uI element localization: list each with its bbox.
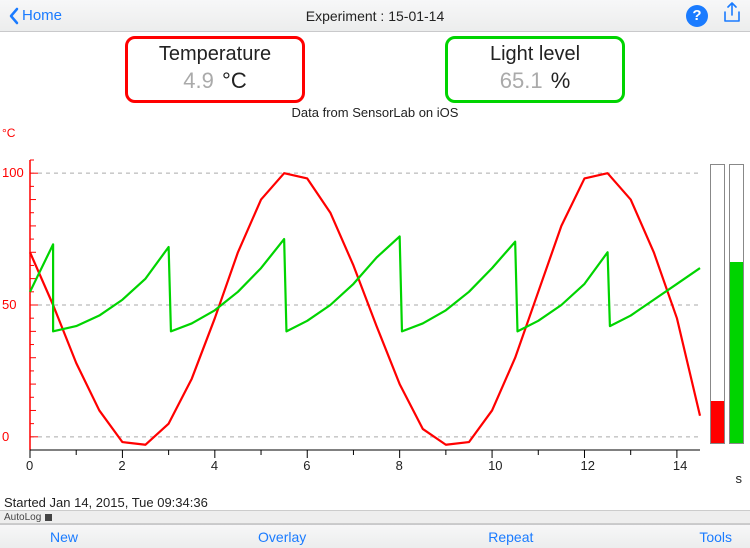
svg-text:100: 100 (2, 165, 24, 180)
temperature-value-row: 4.9 °C (128, 68, 302, 94)
chart-area[interactable]: °C s 05010002468101214 (0, 150, 750, 480)
svg-text:0: 0 (26, 458, 33, 473)
svg-text:6: 6 (303, 458, 310, 473)
svg-text:0: 0 (2, 429, 9, 444)
light-value: 65.1 (500, 68, 543, 93)
svg-text:50: 50 (2, 297, 16, 312)
started-text: Started Jan 14, 2015, Tue 09:34:36 (4, 495, 208, 510)
temperature-unit: °C (222, 68, 247, 93)
x-axis-label: s (736, 471, 743, 486)
chevron-left-icon (8, 7, 20, 25)
temperature-box[interactable]: Temperature 4.9 °C (125, 36, 305, 103)
light-level-bar[interactable] (729, 164, 744, 444)
bottom-toolbar: New Overlay Repeat Tools (0, 524, 750, 548)
temperature-value: 4.9 (183, 68, 214, 93)
repeat-button[interactable]: Repeat (482, 529, 539, 545)
home-label: Home (22, 7, 62, 24)
light-level-fill (730, 262, 743, 443)
level-bars (710, 164, 744, 444)
new-button[interactable]: New (44, 529, 84, 545)
temperature-level-bar[interactable] (710, 164, 725, 444)
svg-text:2: 2 (118, 458, 125, 473)
chart-subtitle: Data from SensorLab on iOS (0, 105, 750, 120)
light-value-row: 65.1 % (448, 68, 622, 94)
sensor-readouts: Temperature 4.9 °C Light level 65.1 % (0, 36, 750, 103)
home-button[interactable]: Home (8, 7, 62, 25)
page-title: Experiment : 15-01-14 (0, 8, 750, 24)
title-bar: Home Experiment : 15-01-14 ? (0, 0, 750, 32)
stop-icon (45, 514, 52, 521)
light-box[interactable]: Light level 65.1 % (445, 36, 625, 103)
temperature-title: Temperature (128, 43, 302, 66)
svg-text:4: 4 (211, 458, 218, 473)
y-axis-label: °C (2, 126, 15, 140)
svg-text:10: 10 (488, 458, 502, 473)
svg-text:14: 14 (673, 458, 687, 473)
temperature-level-fill (711, 401, 724, 443)
svg-text:12: 12 (580, 458, 594, 473)
light-unit: % (551, 68, 571, 93)
tools-button[interactable]: Tools (693, 529, 738, 545)
light-title: Light level (448, 43, 622, 66)
svg-text:8: 8 (396, 458, 403, 473)
overlay-button[interactable]: Overlay (252, 529, 312, 545)
help-icon[interactable]: ? (686, 5, 708, 27)
line-chart[interactable]: 0 50 100 0 2 4 6 8 10 12 14 (0, 150, 705, 480)
autolog-bar[interactable]: AutoLog (0, 510, 750, 524)
share-icon[interactable] (722, 2, 742, 29)
autolog-label: AutoLog (4, 512, 41, 523)
